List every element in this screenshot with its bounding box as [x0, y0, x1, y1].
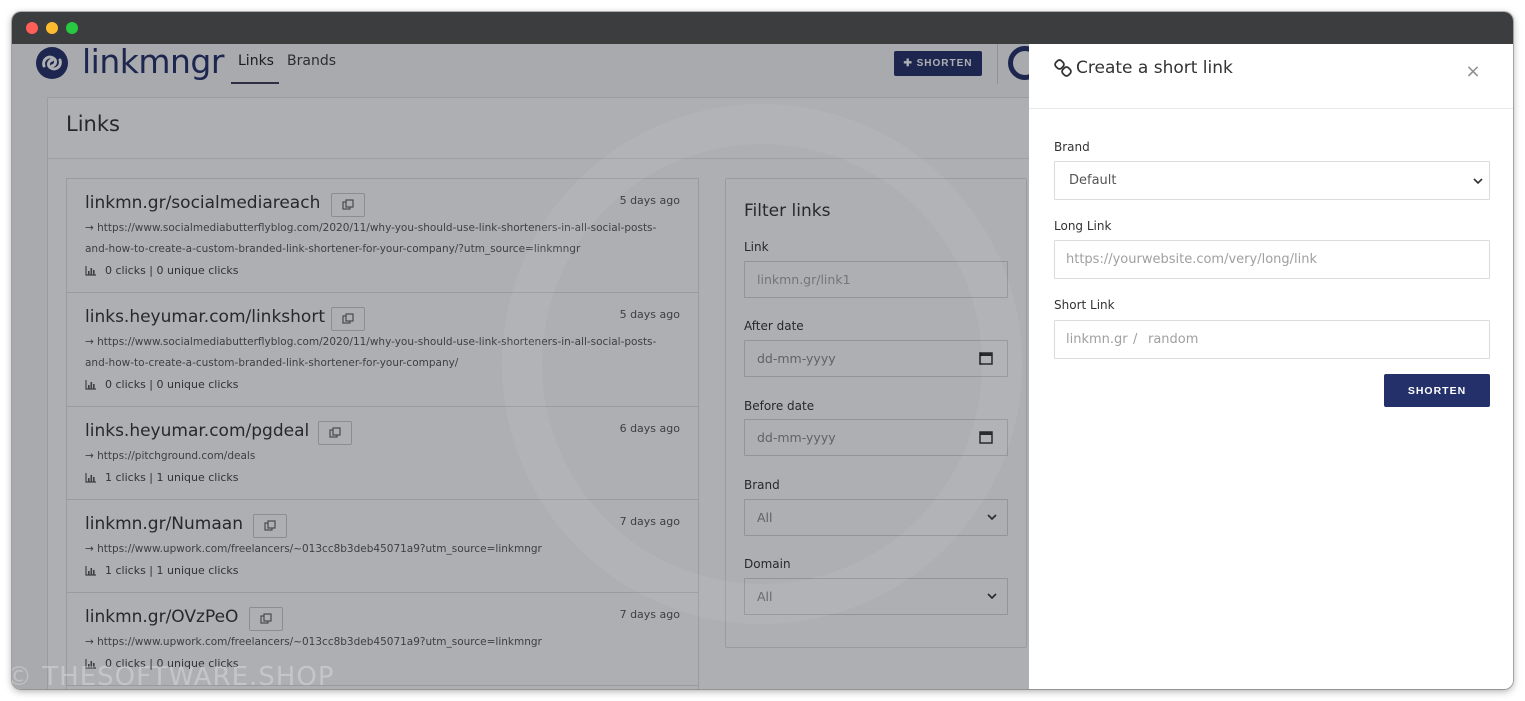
browser-window: linkmngr Links Brands ✚ SHORTEN Links li…: [12, 12, 1513, 689]
watermark-text: © THESOFTWARE.SHOP: [12, 662, 335, 689]
short-link-label: Short Link: [1054, 298, 1115, 312]
long-link-placeholder: https://yourwebsite.com/very/long/link: [1066, 252, 1318, 267]
window-minimize-button[interactable]: [46, 22, 58, 34]
short-link-separator: /: [1133, 332, 1138, 347]
chain-link-icon: [1054, 59, 1072, 77]
create-link-panel: Create a short link × Brand Default Long…: [1029, 44, 1513, 689]
app-content: linkmngr Links Brands ✚ SHORTEN Links li…: [12, 44, 1513, 689]
brand-label: Brand: [1054, 140, 1090, 154]
chevron-down-icon: [1473, 178, 1483, 185]
panel-header: Create a short link ×: [1029, 44, 1513, 109]
long-link-input[interactable]: https://yourwebsite.com/very/long/link: [1054, 240, 1490, 279]
submit-shorten-button[interactable]: SHORTEN: [1384, 374, 1490, 407]
short-link-input[interactable]: linkmn.gr / random: [1054, 320, 1490, 359]
window-titlebar: [12, 12, 1513, 44]
long-link-label: Long Link: [1054, 219, 1112, 233]
brand-select[interactable]: Default: [1054, 161, 1490, 200]
short-link-placeholder: random: [1148, 332, 1199, 347]
window-zoom-button[interactable]: [66, 22, 78, 34]
short-link-domain: linkmn.gr: [1066, 332, 1128, 347]
watermark-logo: [502, 104, 1022, 624]
panel-title: Create a short link: [1076, 58, 1233, 78]
screen: linkmngr Links Brands ✚ SHORTEN Links li…: [0, 0, 1525, 701]
close-icon[interactable]: ×: [1465, 63, 1481, 81]
window-close-button[interactable]: [26, 22, 38, 34]
brand-select-value: Default: [1069, 173, 1117, 188]
